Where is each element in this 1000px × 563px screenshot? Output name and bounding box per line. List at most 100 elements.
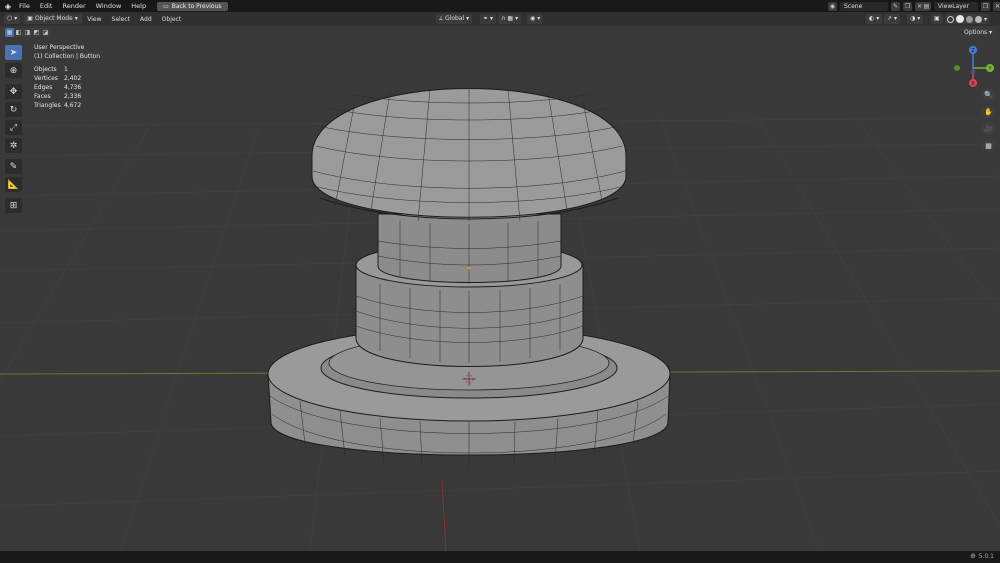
status-bar: ⊕ 5.0.1 [0,551,1000,563]
stat-label: Faces [34,93,51,100]
select-intersect-icon[interactable]: ◪ [41,28,50,37]
scale-tool[interactable]: ⤢ [5,120,22,135]
menu-add[interactable]: Add [135,16,157,23]
select-box-icon[interactable]: ▦ [5,28,14,37]
chevron-down-icon: ▾ [515,15,519,22]
menu-object[interactable]: Object [157,16,187,23]
eye-icon: ◐ [869,15,875,22]
move-tool[interactable]: ✥ [5,84,22,99]
move-icon: ✥ [9,86,18,97]
rotate-icon: ↻ [9,104,18,115]
editor-type-button[interactable]: ⬡ ▾ [4,14,21,24]
proportional-icon: ◉ [530,15,536,22]
screen-icon: ▭ [163,2,169,10]
version-label: 5.0.1 [978,553,994,560]
delete-viewlayer-icon[interactable]: ✕ [993,1,1000,11]
stat-value: 4,736 [64,84,82,91]
gizmo-icon: ↗ [887,15,893,22]
camera-icon[interactable]: 🎥 [982,122,995,135]
3d-viewport[interactable]: ▦ ◧ ◨ ◩ ◪ User Perspective (1) Collectio… [0,26,1000,551]
add-cube-icon: ⊞ [9,200,18,211]
button-mesh[interactable] [267,88,671,468]
options-label: Options [964,29,988,36]
z-axis-label: Z [971,48,975,54]
menu-select[interactable]: Select [107,16,136,23]
menu-render[interactable]: Render [57,0,90,12]
wireframe-shading-icon[interactable] [947,15,954,23]
hand-icon[interactable]: ✋ [982,105,995,118]
scene-field[interactable]: Scene [840,1,888,11]
cursor-tool[interactable]: ⊕ [5,63,22,78]
orientation-label: Global [445,15,465,22]
rotate-tool[interactable]: ↻ [5,102,22,117]
grid-icon[interactable]: ▦ [982,139,995,152]
mode-selector[interactable]: ▣ Object Mode ▾ [24,14,83,24]
select-extend-icon[interactable]: ◧ [14,28,23,37]
editor-type-icon: ⬡ [7,15,13,22]
add-cube-tool[interactable]: ⊞ [5,198,22,213]
options-dropdown[interactable]: Options ▾ [960,28,997,38]
new-scene-icon[interactable]: ❐ [903,1,912,11]
measure-tool[interactable]: 📐 [5,177,22,192]
viewlayer-icon[interactable]: ▤ [922,1,931,11]
viewlayer-field[interactable]: ViewLayer [934,1,978,11]
chevron-down-icon: ▾ [894,15,898,22]
transform-icon: ✲ [9,140,18,151]
gizmo-toggle[interactable]: ↗ ▾ [884,14,901,24]
menu-help[interactable]: Help [126,0,151,12]
select-invert-icon[interactable]: ◩ [32,28,41,37]
object-origin [467,266,471,270]
chevron-down-icon: ▾ [537,15,541,22]
menu-window[interactable]: Window [91,0,127,12]
back-to-previous-button[interactable]: ▭ Back to Previous [157,1,228,11]
mode-label: Object Mode [34,15,73,22]
menu-view[interactable]: View [82,16,106,23]
link-icon: ⚭ [483,15,489,22]
cursor-icon: ⊕ [9,65,18,76]
xray-icon: ▣ [934,15,940,22]
menu-file[interactable]: File [14,0,35,12]
scene-icon[interactable]: ◉ [828,1,837,11]
new-viewlayer-icon[interactable]: ❐ [981,1,990,11]
rendered-shading-icon[interactable] [975,15,982,23]
stats-row-faces: Faces 2,336 [34,92,100,101]
visibility-dropdown[interactable]: ◐ ▾ [866,14,883,24]
snap-toggle[interactable]: ∩ ▦ ▾ [498,14,522,24]
pin-icon[interactable]: ✎ [891,1,900,11]
stat-label: Vertices [34,75,58,82]
xray-toggle[interactable]: ▣ [931,14,943,24]
annotate-tool[interactable]: ✎ [5,159,22,174]
stats-row-objects: Objects 1 [34,65,100,74]
blender-logo-icon[interactable]: ◈ [2,0,14,12]
cursor-arrow-icon: ➤ [9,47,18,58]
proportional-edit-toggle[interactable]: ◉ ▾ [527,14,544,24]
zoom-icon[interactable]: 🔍 [982,88,995,101]
collection-label: (1) Collection | Button [34,53,101,60]
neg-y-axis-handle[interactable] [954,65,960,71]
transform-orientation-dropdown[interactable]: ⟂ Global ▾ [436,14,473,24]
overlay-toggle[interactable]: ◑ ▾ [907,14,924,24]
select-subtract-icon[interactable]: ◨ [23,28,32,37]
chevron-down-icon: ▾ [876,15,880,22]
x-axis-line [441,480,447,551]
shading-modes: ▾ [945,14,990,24]
scale-icon: ⤢ [9,122,18,133]
solid-shading-icon[interactable] [956,15,964,23]
tool-shelf: ➤ ⊕ ✥ ↻ ⤢ ✲ ✎ 📐 ⊞ [5,45,22,213]
navigation-gizmo[interactable]: Z Y X [950,42,996,92]
top-bar: ◈ File Edit Render Window Help ▭ Back to… [0,0,1000,12]
pivot-point-dropdown[interactable]: ⚭ ▾ [480,14,497,24]
chevron-down-icon[interactable]: ▾ [984,16,987,23]
stat-label: Edges [34,84,53,91]
viewport-header: ⬡ ▾ ▣ Object Mode ▾ View Select Add Objec… [0,12,1000,26]
neg-z-axis-handle[interactable] [971,70,975,74]
chevron-down-icon: ▾ [490,15,494,22]
menu-edit[interactable]: Edit [35,0,58,12]
globe-icon: ⊕ [970,552,976,560]
select-box-tool[interactable]: ➤ [5,45,22,60]
transform-tool[interactable]: ✲ [5,138,22,153]
x-axis-label: X [971,81,975,87]
back-to-previous-label: Back to Previous [171,2,222,10]
material-shading-icon[interactable] [966,15,973,23]
stat-value: 1 [64,66,68,73]
